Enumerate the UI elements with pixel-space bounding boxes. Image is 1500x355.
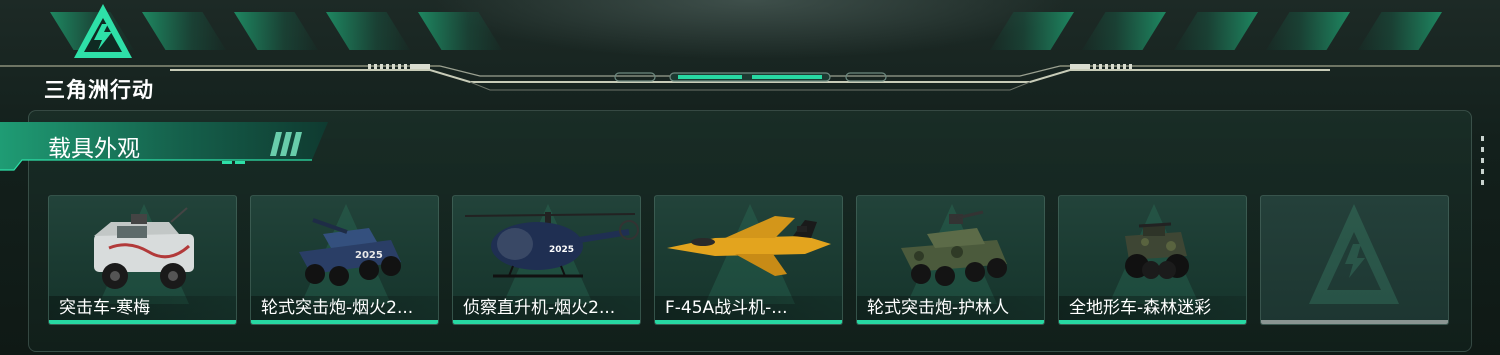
vehicle-card-accent-bar: [857, 320, 1044, 324]
scout-helicopter-icon: 2025: [464, 212, 639, 278]
empty-vehicle-slot[interactable]: [1260, 195, 1449, 325]
vehicle-card-accent-bar: [1059, 320, 1246, 324]
empty-slot-icon: [1309, 204, 1399, 304]
vehicle-card-accent-bar: [453, 320, 640, 324]
svg-text:2025: 2025: [549, 245, 574, 255]
vehicle-card-accent-bar: [251, 320, 438, 324]
svg-text:2025: 2025: [355, 250, 383, 261]
game-logo-text: 三角洲行动: [44, 78, 154, 102]
top-header: 三角洲行动: [0, 0, 1500, 102]
vehicle-card-label: 突击车-寒梅: [49, 296, 236, 320]
header-divider-lines: [0, 64, 1500, 91]
wheeled-assault-gun-icon: [901, 210, 1007, 286]
vehicle-card[interactable]: 2025 侦察直升机-烟火2...: [452, 195, 641, 325]
header-stripes-right: [990, 12, 1442, 50]
vehicle-card[interactable]: F-45A战斗机-...: [654, 195, 843, 325]
vehicle-card[interactable]: 轮式突击炮-护林人: [856, 195, 1045, 325]
vehicle-card-label: F-45A战斗机-...: [655, 296, 842, 320]
vehicle-card-label: 全地形车-森林迷彩: [1059, 296, 1246, 320]
delta-triangle-icon: [74, 4, 132, 58]
vehicle-card[interactable]: 全地形车-森林迷彩: [1058, 195, 1247, 325]
fighter-jet-icon: [667, 216, 831, 276]
vehicle-card-label: 轮式突击炮-护林人: [857, 296, 1044, 320]
scroll-indicator[interactable]: [1481, 136, 1485, 191]
vehicle-card[interactable]: 突击车-寒梅: [48, 195, 237, 325]
atv-icon: [1125, 222, 1189, 279]
vehicle-card-label: 侦察直升机-烟火2...: [453, 296, 640, 320]
vehicle-card-accent-bar: [655, 320, 842, 324]
assault-vehicle-icon: [94, 207, 194, 289]
vehicle-card-accent-bar: [49, 320, 236, 324]
vehicle-card[interactable]: 2025 轮式突击炮-烟火2...: [250, 195, 439, 325]
empty-slot-bar: [1261, 320, 1448, 324]
wheeled-assault-gun-icon: 2025: [299, 218, 401, 286]
section-title: 载具外观: [48, 136, 140, 162]
vehicle-card-label: 轮式突击炮-烟火2...: [251, 296, 438, 320]
